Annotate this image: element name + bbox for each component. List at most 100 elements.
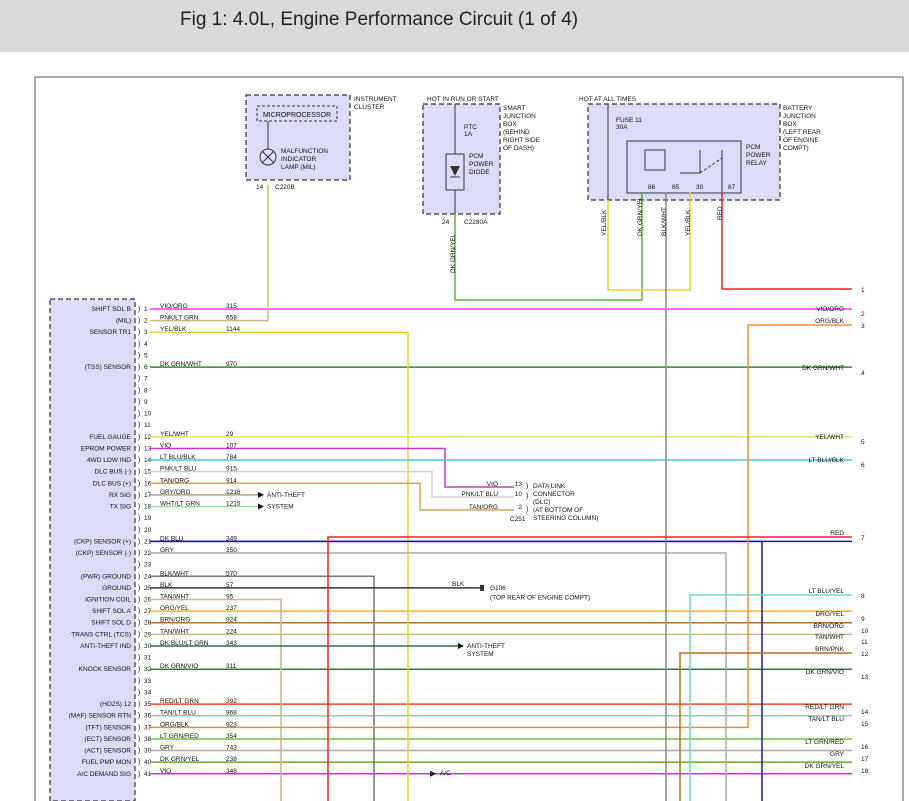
mil-label: INDICATOR	[281, 156, 316, 163]
pcm-pin-name: SHIFT SOL B	[92, 306, 131, 313]
pin-bracket: )	[526, 493, 528, 500]
right-edge-number: 6	[861, 462, 865, 469]
pin-bracket: )	[138, 573, 140, 580]
relay-pin-label: 85	[672, 184, 680, 191]
ptc-label: PTC	[464, 124, 477, 131]
anti-theft-label: SYSTEM	[267, 504, 294, 511]
right-wire-label: LT BLU/BLK	[808, 457, 844, 464]
right-wire-label: LT BLU/YEL	[808, 588, 844, 595]
pcm-pin-name: (ECT) SENSOR	[84, 736, 131, 743]
pin-bracket: )	[138, 538, 140, 545]
pin-bracket: )	[138, 748, 140, 755]
pcm-pin-number: 11	[144, 422, 151, 429]
pin-bracket: )	[138, 631, 140, 638]
pcm-pin-name: (ACT) SENSOR	[84, 748, 131, 755]
pcm-pin-name: (PWR) GROUND	[81, 573, 131, 580]
pin-bracket: )	[138, 689, 140, 696]
pin-bracket: )	[138, 376, 140, 383]
pin-bracket: )	[138, 666, 140, 673]
pin-bracket: )	[526, 506, 528, 513]
right-edge-number: 5	[861, 439, 865, 446]
wire-color-label: YEL/BLK	[601, 209, 608, 236]
pcm-pin-number: 20	[144, 527, 152, 534]
bjb-label: BATTERY	[783, 105, 813, 112]
pcm-pin-name: (MAF) SENSOR RTN	[69, 713, 132, 720]
pin-bracket: )	[138, 759, 140, 766]
ground-icon	[480, 584, 484, 591]
pcm-pin-name: (CKP) SENSOR (+)	[74, 538, 131, 545]
pcm-pin-number: 7	[144, 376, 148, 383]
pin-bracket: )	[138, 318, 140, 325]
pin-bracket: )	[138, 341, 140, 348]
pcm-pin-name: TX SIG	[110, 504, 131, 511]
wire-color-label: YEL/BLK	[685, 209, 692, 236]
relay-label: POWER	[746, 152, 771, 159]
pcm-pin-number: 6	[144, 364, 148, 371]
dlc-wire-label: TAN/ORG	[469, 504, 498, 511]
ic-connector: C220B	[275, 184, 295, 191]
dlc-pin: 13	[515, 481, 523, 488]
pcm-pin-number: 33	[144, 678, 152, 685]
wire-pin-22	[150, 552, 727, 801]
dlc-wire-label: VIO	[487, 481, 498, 488]
pin-bracket: )	[138, 434, 140, 441]
pin-bracket: )	[138, 643, 140, 650]
pcm-pin-name: SHIFT SOL A	[92, 608, 132, 615]
microprocessor-label: MICROPROCESSOR	[263, 112, 331, 119]
anti-theft-label: ANTI-THEFT	[267, 492, 305, 499]
pcm-pin-number: 23	[144, 562, 152, 569]
pin-bracket: )	[138, 306, 140, 313]
wire-color-label: RED	[717, 206, 724, 220]
right-wire-label: DK GRN/VIO	[806, 669, 844, 676]
dlc-label: CONNECTOR	[533, 491, 575, 498]
sjb-connector: C2280A	[464, 219, 488, 226]
diode-label: DIODE	[469, 169, 490, 176]
pcm-pin-name: (CKP) SENSOR (-)	[76, 550, 131, 557]
pcm-pin-name: KNOCK SENSOR	[79, 666, 132, 673]
right-wire-label: DK GRN/YEL	[805, 763, 845, 770]
right-edge-number: 13	[861, 674, 869, 681]
pcm-pin-number: 31	[144, 655, 152, 662]
pin-bracket: )	[138, 457, 140, 464]
bjb-label: OF ENGINE	[783, 137, 819, 144]
mil-label: MALFUNCTION	[281, 148, 328, 155]
smart-junction-box	[422, 103, 501, 215]
pin-bracket: )	[138, 445, 140, 452]
right-edge-number: 17	[861, 756, 869, 763]
pcm-pin-name: (HO2S) 12	[100, 701, 131, 708]
anti-theft-ind-label: SYSTEM	[467, 651, 494, 658]
sjb-label: JUNCTION	[503, 113, 536, 120]
dlc-wire-label: PNK/LT BLU	[461, 491, 498, 498]
dlc-pin: 10	[515, 491, 523, 498]
pin-bracket: )	[138, 515, 140, 522]
pin-bracket: )	[138, 469, 140, 476]
anti-theft-ind-label: ANTI-THEFT	[467, 643, 505, 650]
dlc-label: (AT BOTTOM OF	[533, 507, 583, 514]
right-wire-label: DK GRN/WHT	[802, 365, 844, 372]
right-edge-number: 18	[861, 768, 869, 775]
pcm-pin-name: 4WD LOW IND	[87, 457, 131, 464]
right-wire-label: RED	[830, 530, 844, 537]
right-edge-number: 8	[861, 593, 865, 600]
bjb-supply-label: HOT AT ALL TIMES	[579, 96, 637, 103]
pin-bracket: )	[138, 399, 140, 406]
bjb-label: JUNCTION	[783, 113, 816, 120]
pcm-pin-number: 5	[144, 352, 148, 359]
pcm-pin-name: FUEL PMP MON	[82, 759, 131, 766]
wire-pin-15	[150, 470, 514, 498]
mil-label: LAMP (MIL)	[281, 164, 316, 171]
sjb-label: RIGHT SIDE	[503, 137, 541, 144]
wiring-diagram: MICROPROCESSOR INSTRUMENTCLUSTER MALFUNCTI…	[34, 76, 904, 801]
instrument-cluster-label: CLUSTER	[354, 104, 385, 111]
pcm-pin-number: 2	[144, 318, 148, 325]
pin-bracket: )	[138, 504, 140, 511]
fuse-label: 30A	[616, 124, 628, 131]
right-edge-number: 11	[861, 639, 868, 646]
pin-bracket: )	[138, 364, 140, 371]
pcm-pin-name: (TSS) SENSOR	[85, 364, 132, 371]
pin-bracket: )	[526, 483, 528, 490]
diode-label: PCM	[469, 153, 483, 160]
wire-color-label: BLK/WHT	[661, 207, 668, 236]
right-edge-number: 4	[861, 370, 865, 377]
pcm-pin-name: SENSOR TR1	[90, 329, 132, 336]
